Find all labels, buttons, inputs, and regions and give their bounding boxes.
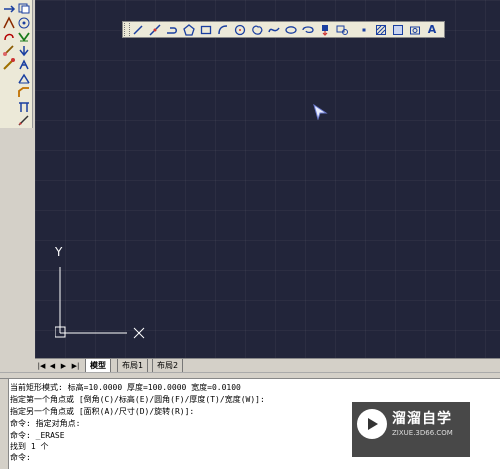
layout-tabs-bar: |◀ ◀ ▶ ▶| 模型 布局1 布局2 [35, 358, 500, 373]
ellipse-icon[interactable] [284, 22, 298, 37]
stretch-icon[interactable] [17, 56, 31, 70]
revision-cloud-icon[interactable] [250, 22, 264, 37]
offset-icon[interactable] [2, 14, 16, 29]
left-panel [0, 0, 35, 380]
toolbar-grip[interactable] [124, 23, 130, 36]
multiline-text-icon[interactable]: A [425, 22, 439, 37]
tab-layout1[interactable]: 布局1 [117, 359, 149, 372]
region-icon[interactable] [408, 22, 422, 37]
move-icon[interactable] [2, 0, 16, 13]
tab-nav-last[interactable]: ▶| [71, 361, 80, 371]
command-history-line: 指定另一个角点或 [面积(A)/尺寸(D)/旋转(R)]: [10, 407, 195, 416]
watermark: 溜溜自学 ZIXUE.3D66.COM [352, 402, 470, 457]
tab-nav-prev[interactable]: ◀ [48, 361, 57, 371]
trim-icon[interactable] [17, 28, 31, 42]
tab-nav-first[interactable]: |◀ [37, 361, 46, 371]
spline-icon[interactable] [267, 22, 281, 37]
watermark-title: 溜溜自学 [392, 411, 452, 427]
gradient-icon[interactable] [391, 22, 405, 37]
command-history-line: 当前矩形模式: 标高=10.0000 厚度=100.0000 宽度=0.0100 [10, 383, 241, 392]
ucs-y-label: Y [55, 245, 63, 259]
make-block-icon[interactable] [335, 22, 349, 37]
tab-model[interactable]: 模型 [85, 359, 111, 372]
command-prompt[interactable]: 命令: [10, 453, 31, 463]
text-tool-label: A [427, 23, 437, 36]
cursor-icon [312, 103, 328, 124]
point-icon[interactable] [357, 22, 371, 37]
insert-block-icon[interactable] [318, 22, 332, 37]
modify-toolbar [0, 0, 33, 128]
drawing-canvas[interactable]: Y [35, 0, 500, 358]
scale-icon[interactable] [2, 56, 16, 70]
mirror-icon[interactable] [2, 42, 16, 56]
construction-line-icon[interactable] [148, 22, 162, 37]
watermark-logo-icon [357, 409, 387, 439]
ucs-icon: Y [54, 245, 165, 350]
circle-icon[interactable] [233, 22, 247, 37]
tab-nav-next[interactable]: ▶ [59, 361, 68, 371]
command-history-line: 指定第一个角点或 [倒角(C)/标高(E)/圆角(F)/厚度(T)/宽度(W)]… [10, 395, 265, 404]
draw-toolbar: A [122, 21, 445, 38]
explode-icon[interactable] [17, 112, 31, 126]
fillet-icon[interactable] [17, 98, 31, 112]
array-icon[interactable] [17, 14, 31, 29]
extend-icon[interactable] [17, 42, 31, 57]
rotate-icon[interactable] [2, 28, 16, 41]
chamfer-icon[interactable] [17, 84, 31, 97]
polyline-icon[interactable] [165, 22, 179, 37]
hatch-icon[interactable] [374, 22, 388, 37]
arc-icon[interactable] [216, 22, 230, 37]
polygon-icon[interactable] [182, 22, 196, 37]
watermark-subtitle: ZIXUE.3D66.COM [392, 429, 453, 437]
command-history-line: 命令: _ERASE [10, 431, 65, 440]
command-history-line: 命令: 指定对角点: [10, 419, 81, 428]
break-icon[interactable] [17, 70, 31, 84]
tab-layout2[interactable]: 布局2 [152, 359, 184, 372]
command-history-line: 找到 1 个 [10, 442, 49, 451]
line-icon[interactable] [131, 22, 145, 37]
ellipse-arc-icon[interactable] [301, 22, 315, 37]
command-window-grip[interactable] [0, 379, 9, 469]
copy-icon[interactable] [17, 0, 31, 14]
rectangle-icon[interactable] [199, 22, 213, 37]
